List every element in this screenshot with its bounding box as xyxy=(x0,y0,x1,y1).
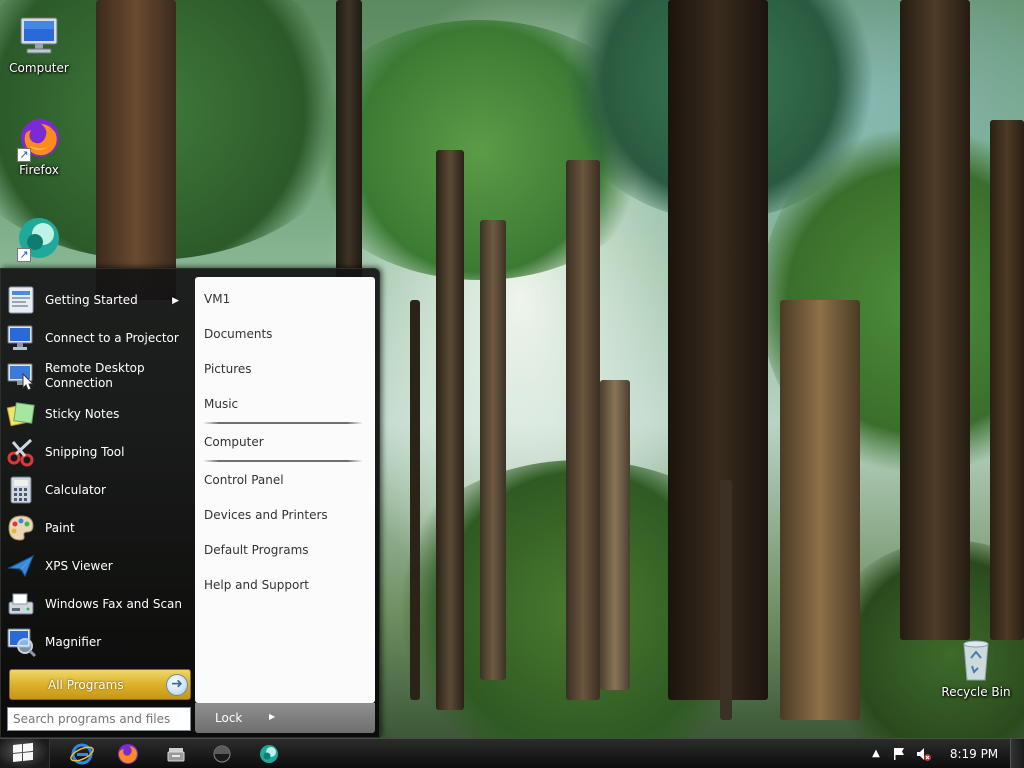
desktop-icon-recycle-bin[interactable]: Recycle Bin xyxy=(938,638,1014,699)
program-item-fax-scan[interactable]: Windows Fax and Scan xyxy=(5,586,191,622)
taskbar: ▲ 8:19 PM xyxy=(0,738,1024,768)
program-item-remote-desktop[interactable]: Remote Desktop Connection xyxy=(5,358,191,394)
start-button[interactable] xyxy=(0,739,50,768)
program-label: Paint xyxy=(45,520,75,535)
desktop-icon-label: Firefox xyxy=(19,163,59,177)
shortcut-arrow-icon: ↗ xyxy=(17,248,31,262)
device-icon[interactable] xyxy=(164,742,188,766)
program-label: XPS Viewer xyxy=(45,558,113,573)
program-item-magnifier[interactable]: Magnifier xyxy=(5,624,191,660)
windows-logo-icon xyxy=(13,742,33,762)
submenu-arrow-icon: ▶ xyxy=(172,296,179,306)
show-desktop-button[interactable] xyxy=(1010,739,1024,768)
program-label: Magnifier xyxy=(45,634,102,649)
computer-icon xyxy=(15,14,63,58)
start-menu-places-pane: VM1 Documents Pictures Music Computer Co… xyxy=(195,277,375,703)
program-label: Sticky Notes xyxy=(45,406,120,421)
place-item-user-folder[interactable]: VM1 xyxy=(204,285,364,313)
dark-circle-app-icon[interactable] xyxy=(210,742,234,766)
lock-options-arrow-icon[interactable]: ▶ xyxy=(269,712,275,721)
internet-explorer-icon[interactable] xyxy=(70,742,94,766)
menu-separator xyxy=(203,460,363,462)
program-label: Calculator xyxy=(45,482,106,497)
all-programs-button[interactable]: All Programs ➜ xyxy=(9,669,191,700)
shortcut-arrow-icon: ↗ xyxy=(17,148,31,162)
desktop-icon-firefox[interactable]: ↗ Firefox xyxy=(1,116,77,177)
calculator-icon xyxy=(5,474,37,506)
taskbar-clock[interactable]: 8:19 PM xyxy=(944,739,1004,768)
snipping-tool-icon xyxy=(5,436,37,468)
desktop-icon-label: Recycle Bin xyxy=(941,685,1011,699)
place-item-documents[interactable]: Documents xyxy=(204,320,364,348)
lock-button[interactable]: Lock ▶ xyxy=(195,703,375,733)
show-hidden-icons-icon[interactable]: ▲ xyxy=(868,746,884,762)
teal-app-icon: ↗ xyxy=(15,216,63,262)
program-label: Snipping Tool xyxy=(45,444,125,459)
program-item-xps-viewer[interactable]: XPS Viewer xyxy=(5,548,191,584)
start-menu: Getting Started ▶ Connect to a Projector… xyxy=(0,268,380,738)
projector-icon xyxy=(5,322,37,354)
desktop-icon-computer[interactable]: Computer xyxy=(1,14,77,75)
firefox-icon: ↗ xyxy=(15,116,63,162)
paint-icon xyxy=(5,512,37,544)
desktop-icon-label: Computer xyxy=(9,61,69,75)
program-item-connect-projector[interactable]: Connect to a Projector xyxy=(5,320,191,356)
menu-separator xyxy=(203,422,363,424)
search-input[interactable] xyxy=(7,707,191,731)
fax-scan-icon xyxy=(5,588,37,620)
program-item-getting-started[interactable]: Getting Started ▶ xyxy=(5,282,191,318)
place-item-music[interactable]: Music xyxy=(204,390,364,418)
sticky-notes-icon xyxy=(5,398,37,430)
place-item-default-programs[interactable]: Default Programs xyxy=(204,536,364,564)
program-label: Connect to a Projector xyxy=(45,330,179,345)
place-item-computer[interactable]: Computer xyxy=(204,428,364,456)
program-item-sticky-notes[interactable]: Sticky Notes xyxy=(5,396,191,432)
recycle-bin-icon xyxy=(952,638,1000,682)
place-item-control-panel[interactable]: Control Panel xyxy=(204,466,364,494)
place-item-pictures[interactable]: Pictures xyxy=(204,355,364,383)
magnifier-icon xyxy=(5,626,37,658)
program-item-calculator[interactable]: Calculator xyxy=(5,472,191,508)
lock-label: Lock xyxy=(215,711,243,725)
place-item-devices-printers[interactable]: Devices and Printers xyxy=(204,501,364,529)
place-item-help-support[interactable]: Help and Support xyxy=(204,571,364,599)
all-programs-label: All Programs xyxy=(48,677,124,692)
program-item-paint[interactable]: Paint xyxy=(5,510,191,546)
arrow-right-icon: ➜ xyxy=(166,674,188,696)
program-label: Windows Fax and Scan xyxy=(45,596,183,611)
desktop-icon-teal-app[interactable]: ↗ xyxy=(1,216,77,263)
volume-muted-icon[interactable] xyxy=(915,746,931,762)
firefox-icon[interactable] xyxy=(116,742,140,766)
xps-viewer-icon xyxy=(5,550,37,582)
action-center-flag-icon[interactable] xyxy=(891,746,907,762)
program-label: Remote Desktop Connection xyxy=(45,361,145,390)
remote-desktop-icon xyxy=(5,360,37,392)
getting-started-icon xyxy=(5,284,37,316)
program-item-snipping-tool[interactable]: Snipping Tool xyxy=(5,434,191,470)
program-label: Getting Started xyxy=(45,292,138,307)
teal-app-icon[interactable] xyxy=(257,742,281,766)
